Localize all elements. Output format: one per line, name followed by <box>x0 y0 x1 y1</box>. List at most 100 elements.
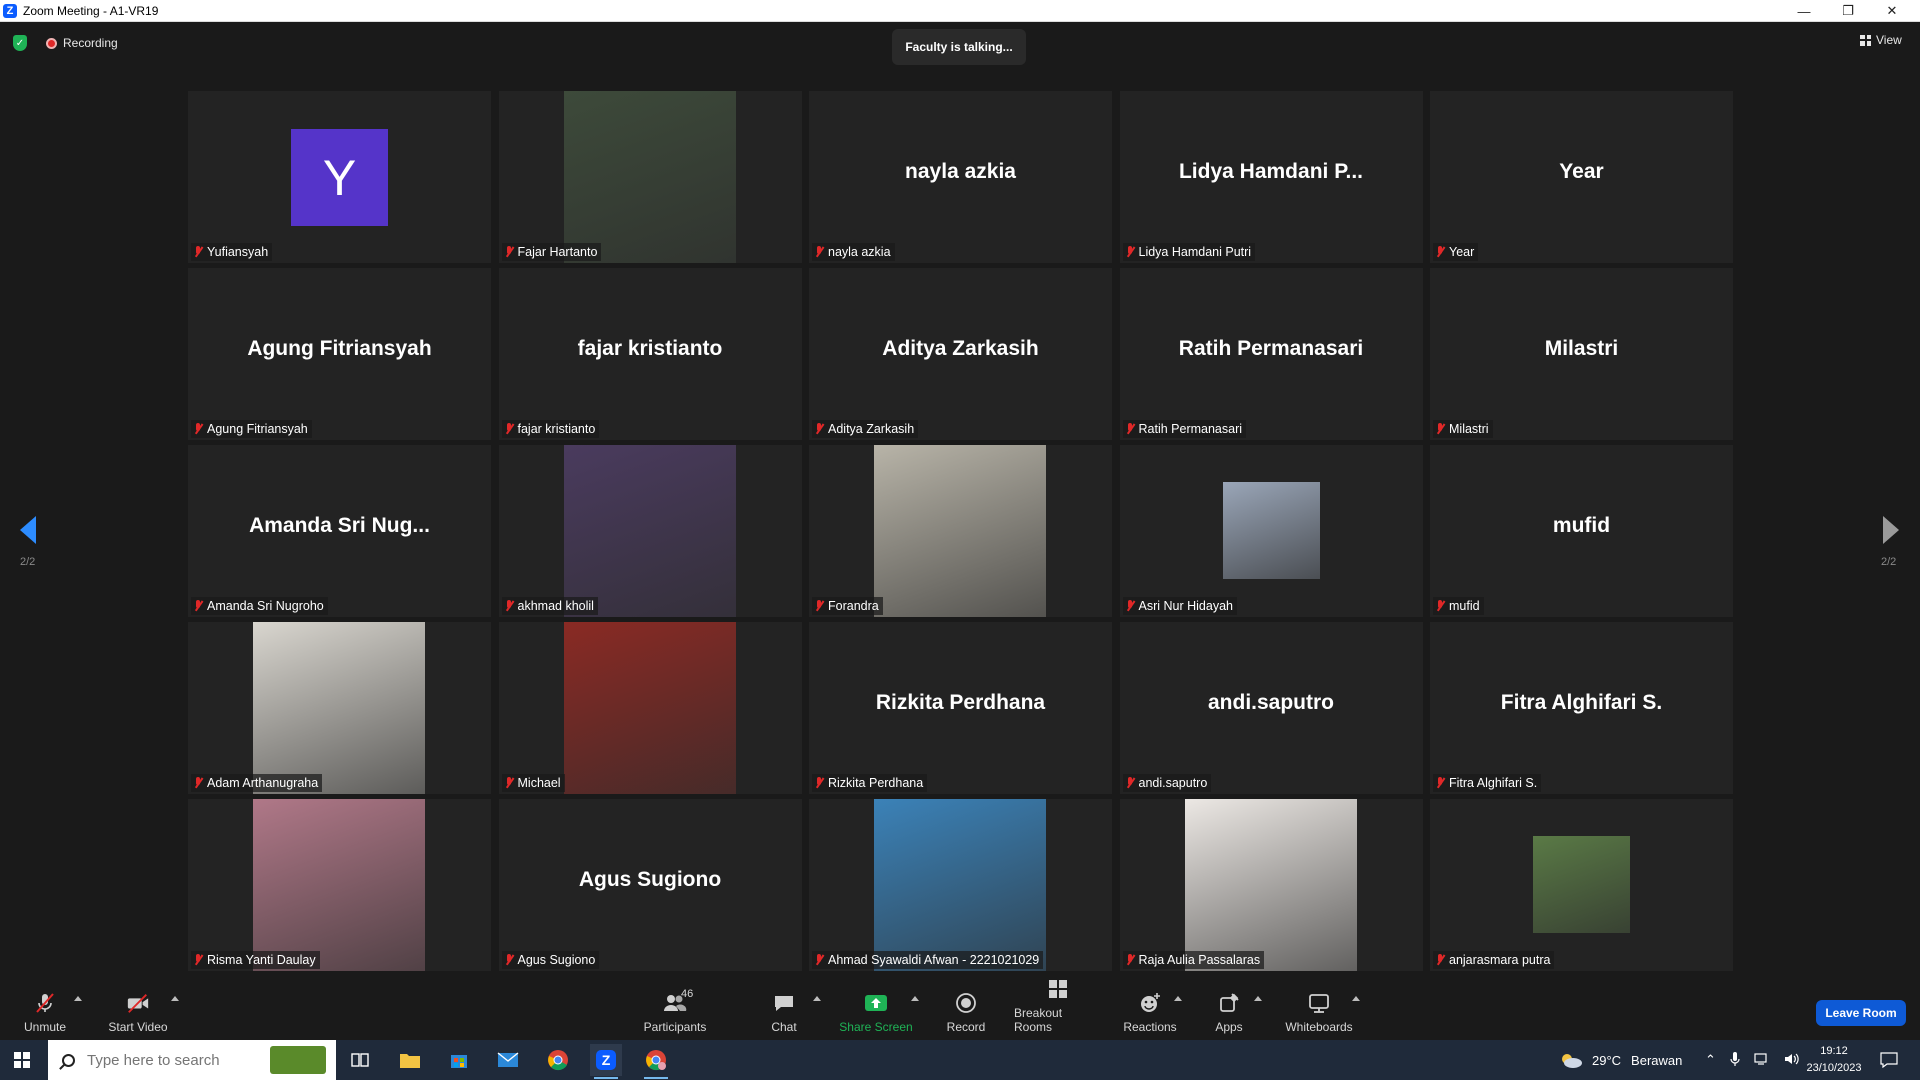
participant-nameplate: mufid <box>1433 597 1484 615</box>
microphone-tray-icon[interactable] <box>1730 1051 1740 1070</box>
view-button[interactable]: View <box>1860 33 1902 47</box>
muted-mic-icon <box>814 954 824 966</box>
previous-page-arrow-icon[interactable] <box>20 516 36 544</box>
chrome-icon[interactable] <box>542 1044 574 1076</box>
participant-tile[interactable]: Milastri Milastri <box>1430 268 1733 440</box>
share-options-caret-icon[interactable] <box>911 996 919 1001</box>
participant-tile[interactable]: mufid mufid <box>1430 445 1733 617</box>
participant-name-label: Adam Arthanugraha <box>207 776 319 790</box>
participant-nameplate: Risma Yanti Daulay <box>191 951 320 969</box>
weather-widget[interactable]: 29°C Berawan <box>1558 1040 1682 1080</box>
minimize-button[interactable]: — <box>1782 0 1826 22</box>
participant-tile[interactable]: fajar kristianto fajar kristianto <box>498 268 802 440</box>
participant-nameplate: anjarasmara putra <box>1433 951 1555 969</box>
show-hidden-icons-chevron-icon[interactable]: ⌃ <box>1705 1052 1716 1068</box>
muted-mic-icon <box>1125 954 1135 966</box>
whiteboards-options-caret-icon[interactable] <box>1352 996 1360 1001</box>
participant-tile[interactable]: Y Yufiansyah <box>188 91 491 263</box>
notifications-icon[interactable] <box>1873 1044 1905 1076</box>
breakout-rooms-icon <box>1046 978 1070 1000</box>
participant-tile[interactable]: Agung Fitriansyah Agung Fitriansyah <box>188 268 491 440</box>
network-icon[interactable] <box>1754 1052 1770 1069</box>
apps-options-caret-icon[interactable] <box>1254 996 1262 1001</box>
share-screen-button[interactable]: Share Screen <box>838 982 914 1040</box>
whiteboards-button[interactable]: Whiteboards <box>1282 982 1356 1040</box>
taskbar-clock[interactable]: 19:12 23/10/2023 <box>1800 1043 1868 1077</box>
participant-nameplate: Raja Aulia Passalaras <box>1122 951 1265 969</box>
audio-options-caret-icon[interactable] <box>74 996 82 1001</box>
participant-tile[interactable]: nayla azkia nayla azkia <box>809 91 1112 263</box>
participant-tile[interactable]: Ahmad Syawaldi Afwan - 2221021029 <box>809 799 1112 971</box>
participant-tile[interactable]: Rizkita Perdhana Rizkita Perdhana <box>809 622 1112 794</box>
taskbar-search-box[interactable] <box>48 1040 336 1080</box>
record-icon <box>954 992 978 1014</box>
unmute-label: Unmute <box>23 1020 67 1034</box>
participant-nameplate: Forandra <box>812 597 883 615</box>
participant-tile[interactable]: Adam Arthanugraha <box>188 622 491 794</box>
meeting-top-strip: ✓ Recording Faculty is talking... View <box>0 22 1920 72</box>
participant-name-label: Raja Aulia Passalaras <box>1138 953 1261 967</box>
mail-icon[interactable] <box>492 1044 524 1076</box>
participant-video-image <box>1184 799 1357 971</box>
grid-view-icon <box>1860 34 1871 46</box>
record-label: Record <box>946 1020 986 1034</box>
start-video-button[interactable]: Start Video <box>106 982 170 1040</box>
participant-display-name: Ratih Permanasari <box>1178 337 1364 360</box>
participant-name-label: Forandra <box>828 599 879 613</box>
breakout-rooms-button[interactable]: Breakout Rooms <box>1014 980 1102 1040</box>
zoom-taskbar-icon[interactable]: Z <box>590 1044 622 1079</box>
apps-button[interactable]: Apps <box>1212 982 1246 1040</box>
task-view-icon[interactable] <box>344 1044 376 1076</box>
participant-display-name: Fitra Alghifari S. <box>1500 691 1663 714</box>
volume-icon[interactable] <box>1784 1052 1800 1069</box>
page-indicator-right: 2/2 <box>1881 556 1897 568</box>
participant-tile[interactable]: andi.saputro andi.saputro <box>1119 622 1423 794</box>
clock-date: 23/10/2023 <box>1806 1062 1862 1074</box>
restore-button[interactable]: ❐ <box>1826 0 1870 22</box>
record-button[interactable]: Record <box>944 982 988 1040</box>
microsoft-store-icon[interactable] <box>443 1044 475 1076</box>
chrome-profile-icon[interactable] <box>640 1044 672 1079</box>
participant-tile[interactable]: Fajar Hartanto <box>498 91 802 263</box>
muted-mic-icon <box>1435 600 1445 612</box>
participant-nameplate: Year <box>1433 243 1479 261</box>
taskbar-search-input[interactable] <box>87 1051 247 1069</box>
close-button[interactable]: ✕ <box>1870 0 1914 22</box>
participant-tile[interactable]: akhmad kholil <box>498 445 802 617</box>
muted-mic-icon <box>1435 246 1445 258</box>
reactions-button[interactable]: Reactions <box>1123 982 1177 1040</box>
participant-tile[interactable]: Fitra Alghifari S. Fitra Alghifari S. <box>1430 622 1733 794</box>
zoom-logo-icon: Z <box>3 3 17 18</box>
participant-tile[interactable]: Aditya Zarkasih Aditya Zarkasih <box>809 268 1112 440</box>
participant-name-label: andi.saputro <box>1138 776 1208 790</box>
participant-display-name: Agus Sugiono <box>578 868 722 891</box>
muted-mic-icon <box>193 246 203 258</box>
recording-label[interactable]: Recording <box>63 36 118 50</box>
participant-tile[interactable]: Ratih Permanasari Ratih Permanasari <box>1119 268 1423 440</box>
participant-tile[interactable]: Year Year <box>1430 91 1733 263</box>
participant-tile[interactable]: Forandra <box>809 445 1112 617</box>
file-explorer-icon[interactable] <box>394 1044 426 1076</box>
leave-room-button[interactable]: Leave Room <box>1816 1000 1906 1026</box>
unmute-button[interactable]: Unmute <box>22 982 68 1040</box>
video-off-icon <box>126 992 150 1014</box>
participant-tile[interactable]: Asri Nur Hidayah <box>1119 445 1423 617</box>
participants-button[interactable]: 46 Participants <box>640 982 710 1040</box>
participant-tile[interactable]: Agus Sugiono Agus Sugiono <box>498 799 802 971</box>
participant-tile[interactable]: Lidya Hamdani P... Lidya Hamdani Putri <box>1119 91 1423 263</box>
reactions-options-caret-icon[interactable] <box>1174 996 1182 1001</box>
muted-mic-icon <box>814 246 824 258</box>
participant-tile[interactable]: anjarasmara putra <box>1430 799 1733 971</box>
windows-start-icon[interactable] <box>14 1052 30 1068</box>
encryption-shield-icon[interactable]: ✓ <box>13 35 27 51</box>
participant-name-label: Yufiansyah <box>207 245 269 259</box>
participant-tile[interactable]: Michael <box>498 622 802 794</box>
chat-options-caret-icon[interactable] <box>813 996 821 1001</box>
muted-mic-icon <box>1125 246 1135 258</box>
participant-tile[interactable]: Risma Yanti Daulay <box>188 799 491 971</box>
video-options-caret-icon[interactable] <box>171 996 179 1001</box>
chat-button[interactable]: Chat <box>764 982 804 1040</box>
participant-tile[interactable]: Amanda Sri Nug... Amanda Sri Nugroho <box>188 445 491 617</box>
next-page-arrow-icon[interactable] <box>1883 516 1899 544</box>
participant-tile[interactable]: Raja Aulia Passalaras <box>1119 799 1423 971</box>
